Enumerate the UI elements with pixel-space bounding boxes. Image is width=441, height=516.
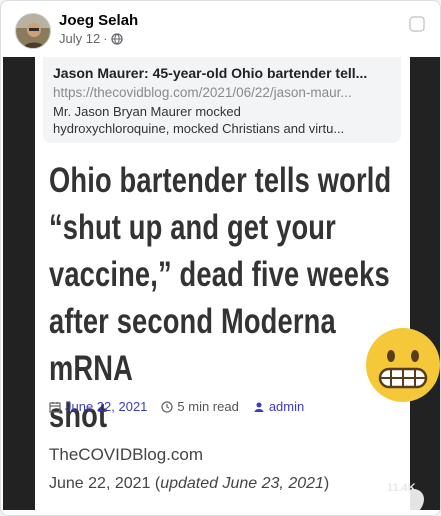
clock-icon <box>161 400 174 413</box>
calendar-icon <box>49 401 61 413</box>
post-media-image[interactable]: Jason Maurer: 45-year-old Ohio bartender… <box>3 57 440 510</box>
site-name: TheCOVIDBlog.com <box>49 445 203 464</box>
link-preview-card: Jason Maurer: 45-year-old Ohio bartender… <box>43 57 401 143</box>
link-preview-description-line: hydroxychloroquine, mocked Christians an… <box>53 121 345 136</box>
link-preview-title: Jason Maurer: 45-year-old Ohio bartender… <box>53 65 368 81</box>
globe-icon <box>110 32 123 45</box>
pub-date: June 22, 2021 ( <box>49 475 161 492</box>
read-time: 5 min read <box>177 399 239 414</box>
link-preview-description: Mr. Jason Bryan Maurer mocked hydroxychl… <box>53 103 391 137</box>
publication-date: June 22, 2021 (updated June 23, 2021) <box>49 475 329 493</box>
updated-date: updated June 23, 2021 <box>160 475 324 492</box>
post-date[interactable]: July 12 <box>59 31 100 46</box>
user-icon <box>253 401 265 413</box>
grimacing-face-emoji <box>365 327 440 403</box>
pub-date-close: ) <box>323 475 330 492</box>
avatar[interactable] <box>15 13 51 49</box>
more-options-icon[interactable] <box>406 13 428 35</box>
link-preview-description-line: Mr. Jason Bryan Maurer mocked <box>53 104 241 119</box>
headline-line: Ohio bartender tells world <box>49 161 392 200</box>
article-byline: June 22, 2021 5 min read admin <box>49 399 304 414</box>
article-date: June 22, 2021 <box>65 399 148 414</box>
like-count: 11.4K <box>387 482 416 494</box>
link-preview-url: https://thecovidblog.com/2021/06/22/jaso… <box>53 85 352 100</box>
meta-separator: · <box>103 31 108 46</box>
post-author-name[interactable]: Joeg Selah <box>59 12 138 29</box>
post-meta: July 12 · <box>59 31 123 46</box>
headline-line: after second Moderna mRNA <box>49 302 336 388</box>
facebook-post: Joeg Selah July 12 · Jason Maurer: 45-ye… <box>0 0 441 516</box>
article-headline: Ohio bartender tells world “shut up and … <box>49 157 399 439</box>
article-screenshot: Jason Maurer: 45-year-old Ohio bartender… <box>35 57 410 510</box>
article-author: admin <box>268 399 305 414</box>
headline-line: vaccine,” dead five weeks <box>49 255 390 294</box>
headline-line: “shut up and get your <box>49 208 336 247</box>
